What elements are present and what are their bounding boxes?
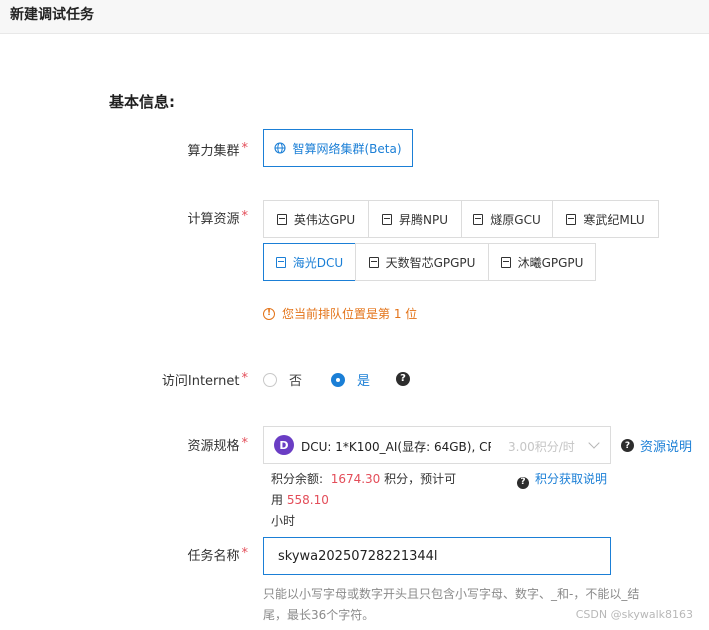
chip-icon bbox=[382, 213, 392, 225]
required-mark: * bbox=[241, 209, 249, 224]
points-hours-value: 558.10 bbox=[286, 493, 329, 507]
compute-option-nvidia-gpu[interactable]: 英伟达GPU bbox=[263, 200, 369, 238]
compute-option-enflame-gcu[interactable]: 燧原GCU bbox=[461, 200, 553, 238]
cluster-option-button[interactable]: 智算网络集群(Beta) bbox=[263, 129, 413, 167]
required-mark: * bbox=[241, 546, 249, 561]
warning-icon: ! bbox=[263, 307, 275, 320]
globe-icon bbox=[274, 142, 287, 154]
chip-icon bbox=[500, 256, 511, 268]
compute-label: 计算资源 * bbox=[187, 209, 249, 227]
chip-icon bbox=[566, 213, 577, 225]
watermark: CSDN @skywalk8163 bbox=[575, 608, 693, 621]
dcu-avatar-icon: D bbox=[274, 435, 294, 455]
radio-circle bbox=[331, 372, 345, 387]
question-icon: ? bbox=[621, 439, 634, 452]
internet-label: 访问Internet * bbox=[161, 371, 249, 389]
points-balance: 积分余额: 1674.30 积分，预计可用 558.10 小时 bbox=[271, 472, 457, 528]
chevron-down-icon bbox=[588, 437, 600, 449]
task-name-label: 任务名称 * bbox=[187, 546, 249, 564]
required-mark: * bbox=[241, 141, 249, 156]
internet-radio-no[interactable]: 否 bbox=[263, 370, 302, 389]
resource-help-link[interactable]: ? 资源说明 bbox=[621, 436, 692, 455]
question-icon[interactable]: ? bbox=[396, 372, 410, 386]
spec-label: 资源规格 * bbox=[187, 436, 249, 454]
task-name-input[interactable] bbox=[263, 537, 611, 575]
chip-icon bbox=[276, 213, 287, 225]
question-icon: ? bbox=[517, 476, 529, 489]
section-title: 基本信息: bbox=[109, 93, 175, 111]
internet-radio-yes[interactable]: 是 bbox=[331, 370, 370, 389]
spec-selected-value: DCU: 1*K100_AI(显存: 64GB), CPU bbox=[301, 440, 491, 454]
required-mark: * bbox=[241, 436, 249, 451]
chip-icon bbox=[275, 256, 286, 268]
radio-circle bbox=[263, 372, 277, 387]
chip-icon bbox=[473, 213, 484, 225]
compute-option-hygon-dcu[interactable]: 海光DCU bbox=[263, 243, 356, 281]
compute-option-cambricon-mlu[interactable]: 寒武纪MLU bbox=[552, 200, 659, 238]
page-header: 新建调试任务 bbox=[0, 0, 709, 34]
cluster-label: 算力集群 * bbox=[187, 141, 249, 159]
resource-spec-select[interactable]: D DCU: 1*K100_AI(显存: 64GB), CPU 3.00积分/时 bbox=[263, 426, 611, 464]
queue-notice: ! 您当前排队位置是第 1 位 bbox=[263, 305, 417, 322]
compute-option-metax-gpgpu[interactable]: 沐曦GPGPU bbox=[488, 243, 596, 281]
page-title: 新建调试任务 bbox=[10, 7, 94, 23]
points-balance-value: 1674.30 bbox=[330, 472, 381, 486]
required-mark: * bbox=[241, 371, 249, 386]
spec-price: 3.00积分/时 bbox=[508, 440, 575, 454]
chip-icon bbox=[368, 256, 379, 268]
compute-option-iluvatar-gpgpu[interactable]: 天数智芯GPGPU bbox=[355, 243, 489, 281]
points-help-link[interactable]: ? 积分获取说明 bbox=[517, 469, 607, 490]
compute-option-ascend-npu[interactable]: 昇腾NPU bbox=[368, 200, 462, 238]
